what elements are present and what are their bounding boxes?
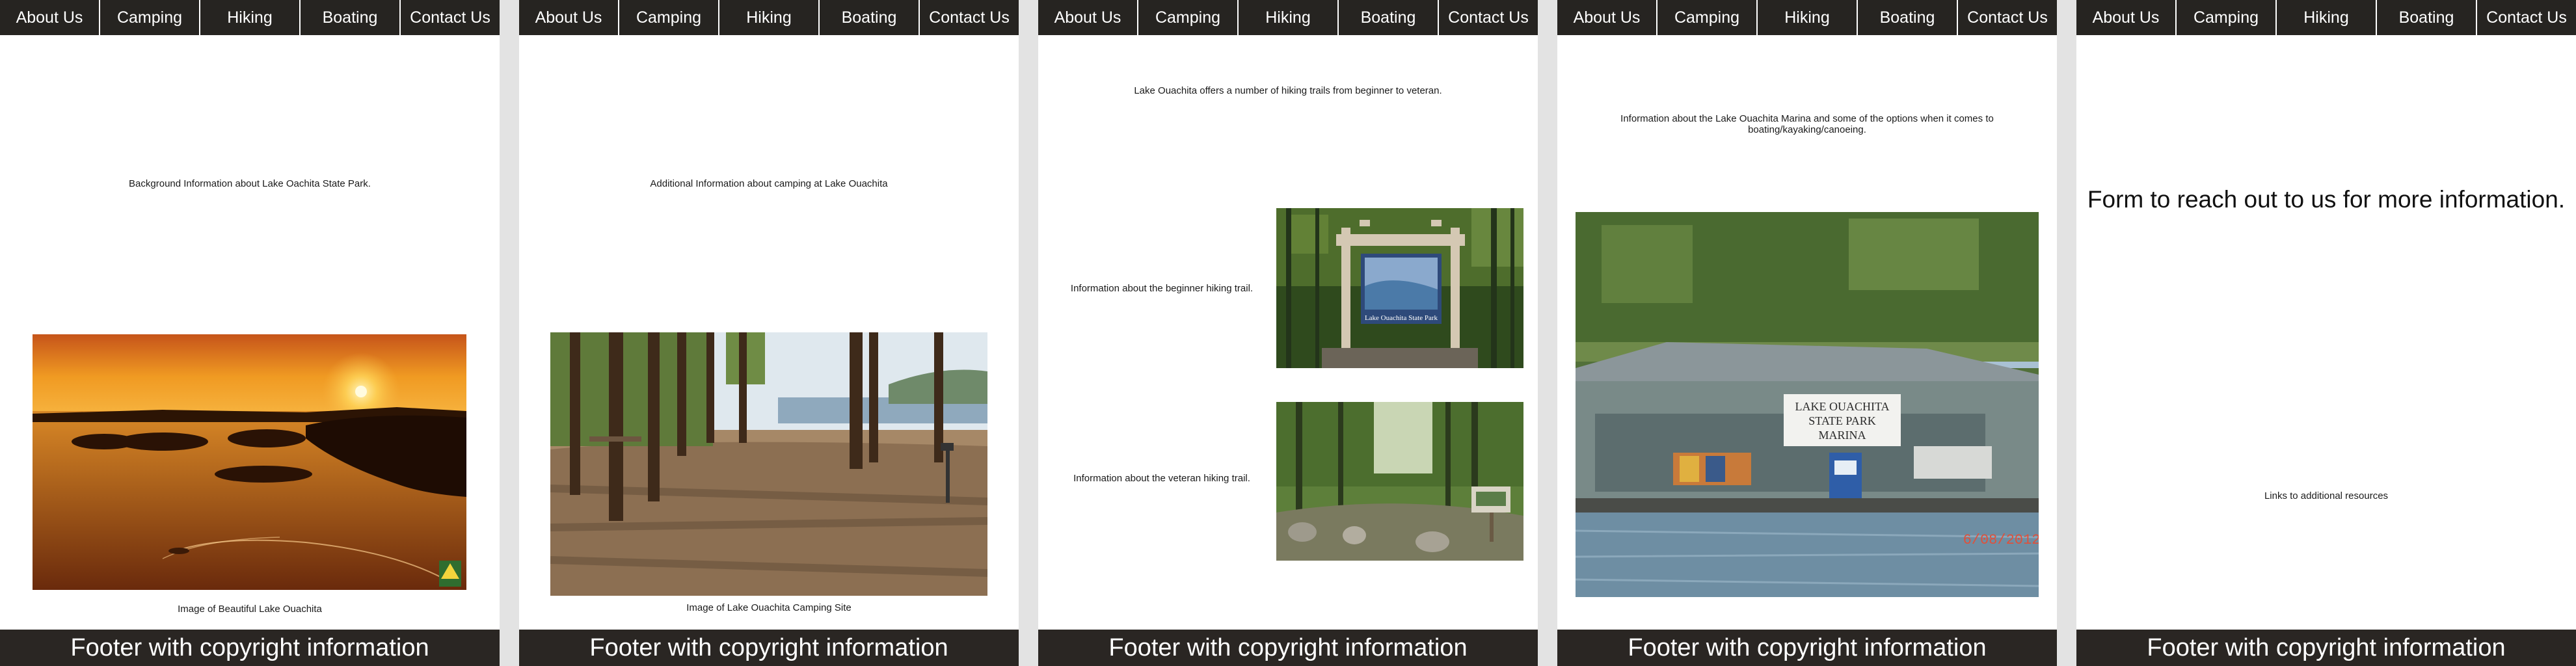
about-us-page: About Us Camping Hiking Boating Contact … bbox=[0, 0, 500, 666]
contact-us-page: About Us Camping Hiking Boating Contact … bbox=[2076, 0, 2576, 666]
nav-about-us[interactable]: About Us bbox=[0, 0, 100, 35]
camping-intro-text: Additional Information about camping at … bbox=[650, 178, 888, 189]
nav-camping[interactable]: Camping bbox=[100, 0, 200, 35]
about-intro-text: Background Information about Lake Oachit… bbox=[129, 178, 371, 189]
marina-sign-line2: STATE PARK bbox=[1808, 414, 1875, 427]
nav-bar: About Us Camping Hiking Boating Contact … bbox=[1557, 0, 2057, 35]
veteran-trail-text: Information about the veteran hiking tra… bbox=[1073, 473, 1250, 484]
marina-sign-line1: LAKE OUACHITA bbox=[1795, 400, 1889, 413]
nav-camping[interactable]: Camping bbox=[1138, 0, 1239, 35]
sign-title-text: Lake Ouachita State Park bbox=[1365, 314, 1438, 322]
nav-hiking[interactable]: Hiking bbox=[719, 0, 820, 35]
footer: Footer with copyright information bbox=[2076, 630, 2576, 666]
nav-about-us[interactable]: About Us bbox=[1557, 0, 1657, 35]
boating-page: About Us Camping Hiking Boating Contact … bbox=[1557, 0, 2057, 666]
veteran-trail-image bbox=[1276, 402, 1523, 561]
photo-date-stamp: 6/08/2012 bbox=[1963, 532, 2039, 548]
nav-boating[interactable]: Boating bbox=[820, 0, 920, 35]
nav-about-us[interactable]: About Us bbox=[2076, 0, 2177, 35]
hiking-intro-text: Lake Ouachita offers a number of hiking … bbox=[1134, 85, 1442, 96]
nav-camping[interactable]: Camping bbox=[1657, 0, 1758, 35]
footer: Footer with copyright information bbox=[1038, 630, 1538, 666]
nav-contact-us[interactable]: Contact Us bbox=[2477, 0, 2576, 35]
hiking-page: About Us Camping Hiking Boating Contact … bbox=[1038, 0, 1538, 666]
nav-bar: About Us Camping Hiking Boating Contact … bbox=[2076, 0, 2576, 35]
nav-hiking[interactable]: Hiking bbox=[1239, 0, 1339, 35]
camping-page: About Us Camping Hiking Boating Contact … bbox=[519, 0, 1019, 666]
nav-bar: About Us Camping Hiking Boating Contact … bbox=[519, 0, 1019, 35]
nav-hiking[interactable]: Hiking bbox=[1758, 0, 1858, 35]
beginner-trail-text: Information about the beginner hiking tr… bbox=[1070, 283, 1254, 294]
marina-image: LAKE OUACHITA STATE PARK MARINA 6/08/201… bbox=[1576, 212, 2039, 597]
nav-boating[interactable]: Boating bbox=[2377, 0, 2477, 35]
about-image-caption: Image of Beautiful Lake Ouachita bbox=[178, 604, 322, 615]
sunset-lake-image bbox=[33, 334, 466, 590]
nav-boating[interactable]: Boating bbox=[1339, 0, 1439, 35]
footer: Footer with copyright information bbox=[0, 630, 500, 666]
nav-hiking[interactable]: Hiking bbox=[200, 0, 301, 35]
campsite-image bbox=[550, 332, 987, 596]
nav-camping[interactable]: Camping bbox=[619, 0, 719, 35]
contact-form-placeholder[interactable]: Form to reach out to us for more informa… bbox=[2076, 186, 2576, 213]
marina-sign-line3: MARINA bbox=[1818, 429, 1866, 442]
nav-hiking[interactable]: Hiking bbox=[2277, 0, 2377, 35]
nav-bar: About Us Camping Hiking Boating Contact … bbox=[1038, 0, 1538, 35]
nav-contact-us[interactable]: Contact Us bbox=[1439, 0, 1538, 35]
nav-camping[interactable]: Camping bbox=[2177, 0, 2277, 35]
nav-about-us[interactable]: About Us bbox=[1038, 0, 1138, 35]
nav-contact-us[interactable]: Contact Us bbox=[1958, 0, 2057, 35]
nav-bar: About Us Camping Hiking Boating Contact … bbox=[0, 0, 500, 35]
nav-about-us[interactable]: About Us bbox=[519, 0, 619, 35]
footer: Footer with copyright information bbox=[519, 630, 1019, 666]
camping-image-caption: Image of Lake Ouachita Camping Site bbox=[686, 602, 852, 613]
nav-boating[interactable]: Boating bbox=[301, 0, 401, 35]
nav-contact-us[interactable]: Contact Us bbox=[920, 0, 1019, 35]
boating-intro-text: Information about the Lake Ouachita Mari… bbox=[1620, 113, 1994, 135]
nav-boating[interactable]: Boating bbox=[1858, 0, 1958, 35]
nav-contact-us[interactable]: Contact Us bbox=[401, 0, 500, 35]
beginner-trail-sign-image: Lake Ouachita State Park bbox=[1276, 208, 1523, 368]
additional-resources-links[interactable]: Links to additional resources bbox=[2076, 490, 2576, 501]
footer: Footer with copyright information bbox=[1557, 630, 2057, 666]
